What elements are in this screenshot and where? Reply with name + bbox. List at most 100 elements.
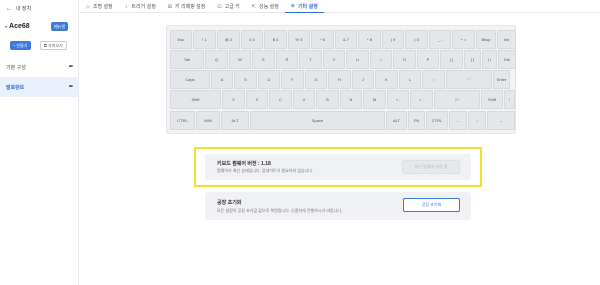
keyboard-key[interactable]: P	[417, 50, 439, 69]
tab-advanced-key[interactable]: ⊡ 고급 키	[211, 0, 245, 13]
keyboard-key[interactable]: ) 0	[405, 30, 428, 49]
import-button[interactable]: ⧉ 가져오기	[40, 41, 67, 50]
sidebar-item-valorant[interactable]: 발로란트 •••	[0, 77, 78, 97]
settings-icon: ⊙	[290, 3, 295, 9]
keyboard-key[interactable]: O	[393, 50, 416, 69]
keyboard-key[interactable]: ^ 6	[311, 30, 334, 49]
tab-trigger[interactable]: ♁ 트리거 설정	[119, 0, 162, 13]
keyboard-key[interactable]: F	[281, 70, 304, 89]
keyboard-key[interactable]: : ;	[422, 70, 445, 89]
sidebar: ← 내 장치 ▾ Ace68 메뉴얼 + 만들기 ⧉ 가져오기 기본 구성 ••…	[0, 0, 79, 285]
keyboard-key[interactable]: FN	[408, 111, 425, 130]
keyboard-key[interactable]: S	[234, 70, 257, 89]
keyboard-key[interactable]: →	[487, 111, 515, 130]
firmware-title: 키보드 펌웨어 버전 : 1.18	[217, 161, 271, 167]
more-icon[interactable]: •••	[69, 84, 73, 90]
keyboard-key[interactable]: Shift	[170, 90, 221, 109]
keyboard-key[interactable]: U	[346, 50, 369, 69]
keyboard-key[interactable]: R	[276, 50, 298, 69]
keyboard-key[interactable]: $ 4	[264, 30, 287, 49]
keyboard-key[interactable]: C	[269, 90, 292, 109]
sidebar-item-default[interactable]: 기본 구성 •••	[0, 57, 78, 77]
back-button[interactable]: ← 내 장치	[6, 5, 31, 13]
keyboard-key[interactable]: H	[328, 70, 351, 89]
keyboard-layout: Esc! 1 @ 2 # 3 $ 4% 5 ^ 6 & 7 * 8( 9) 0 _ - + = B…	[166, 25, 516, 134]
keyboard-key[interactable]: CTRL	[426, 111, 448, 130]
manual-badge[interactable]: 메뉴얼	[51, 22, 69, 31]
keyboard-key[interactable]: * 8	[358, 30, 381, 49]
device-name[interactable]: ▾ Ace68	[5, 23, 30, 30]
keyboard-key[interactable]: > .	[410, 90, 433, 109]
keyboard-key[interactable]: D	[258, 70, 280, 89]
keyboard-key[interactable]: ALT	[221, 111, 249, 130]
keyboard-key[interactable]: CTRL	[170, 111, 195, 130]
keyboard-key[interactable]: & 7	[335, 30, 357, 49]
tab-other-settings[interactable]: ⊙ 기타 설정	[284, 0, 324, 13]
keyboard-key[interactable]: Ins	[497, 30, 516, 49]
keyboard-key[interactable]: Esc	[170, 30, 192, 49]
more-icon[interactable]: •••	[69, 64, 73, 70]
keyboard-key[interactable]: T	[299, 50, 322, 69]
keyboard-key[interactable]: ! 1	[193, 30, 216, 49]
performance-icon: ⇱	[251, 3, 256, 10]
keyboard-key[interactable]: K	[375, 70, 398, 89]
firmware-card: 키보드 펌웨어 버전 : 1.18 펌웨어가 최신 상태입니다. 업데이트가 필…	[205, 154, 471, 180]
keyboard-key[interactable]: Del	[498, 50, 516, 69]
keyboard-key[interactable]: ←	[449, 111, 467, 130]
keyboard-key[interactable]: V	[293, 90, 315, 109]
keyboard-key[interactable]: Y	[323, 50, 345, 69]
firmware-description: 펌웨어가 최신 상태입니다. 업데이트가 필요하지 않습니다.	[217, 168, 314, 173]
firmware-status-button[interactable]: 최신 펌웨어 사용 중	[402, 160, 460, 174]
keyboard-key[interactable]: M	[363, 90, 386, 109]
tab-label: 고급 키	[224, 4, 240, 10]
tab-lighting[interactable]: ◇ 조명 설정	[80, 0, 119, 13]
keyboard-key[interactable]: Q	[205, 50, 228, 69]
keyboard-key[interactable]: I	[370, 50, 392, 69]
keyboard-key[interactable]: A	[211, 70, 233, 89]
keyboard-key[interactable]: } ]	[464, 50, 481, 69]
keyboard-key[interactable]: Tab	[170, 50, 204, 69]
keyboard-key[interactable]: # 3	[241, 30, 263, 49]
keyboard-key[interactable]: _ -	[429, 30, 451, 49]
tab-keymap[interactable]: ⊞ 키 리매핑 설정	[162, 0, 212, 13]
tab-label: 성능 설정	[259, 4, 279, 10]
tab-bar: ◇ 조명 설정 ♁ 트리거 설정 ⊞ 키 리매핑 설정 ⊡ 고급 키 ⇱ 성능 …	[80, 0, 600, 13]
keyboard-key[interactable]: Enter	[493, 70, 510, 89]
keyboard-key[interactable]: ALT	[386, 111, 407, 130]
import-icon: ⧉	[44, 43, 47, 48]
factory-reset-card: 공장 초기화 모든 설정이 공장 초기값 값으로 복원됩니다. 신중하게 진행하…	[205, 192, 471, 220]
keyboard-key[interactable]: WIN	[196, 111, 220, 130]
keyboard-key[interactable]: ↓	[468, 111, 486, 130]
keyboard-key[interactable]: Shift	[481, 90, 503, 109]
keyboard-key[interactable]: N	[340, 90, 362, 109]
keyboard-key[interactable]: ? /	[434, 90, 480, 109]
caret-down-icon: ▾	[5, 24, 8, 29]
keyboard-key[interactable]: X	[246, 90, 268, 109]
tab-label: 키 리매핑 설정	[175, 4, 206, 10]
create-button[interactable]: + 만들기	[10, 41, 31, 50]
keyboard-key[interactable]: G	[305, 70, 327, 89]
keyboard-key[interactable]: Caps	[170, 70, 210, 89]
keyboard-key[interactable]: L	[399, 70, 421, 89]
keyboard-key[interactable]: | \	[482, 50, 497, 69]
device-name-text: Ace68	[9, 23, 30, 30]
keyboard-key[interactable]: Z	[222, 90, 245, 109]
keyboard-key[interactable]: < ,	[387, 90, 409, 109]
keyboard-key[interactable]: B	[316, 90, 339, 109]
keyboard-key[interactable]: ( 9	[382, 30, 404, 49]
keyboard-key[interactable]: Bksp	[476, 30, 496, 49]
keyboard-key[interactable]: @ 2	[217, 30, 240, 49]
keyboard-key[interactable]: ↑	[504, 90, 515, 109]
keyboard-key[interactable]: Space	[250, 111, 385, 130]
keyboard-key[interactable]: " '	[446, 70, 492, 89]
trigger-icon: ♁	[124, 3, 129, 10]
tab-performance[interactable]: ⇱ 성능 설정	[246, 0, 285, 13]
keyboard-key[interactable]: W	[229, 50, 251, 69]
factory-reset-button[interactable]: 공장 초기화	[403, 198, 460, 212]
keyboard-key[interactable]: + =	[452, 30, 475, 49]
keyboard-key[interactable]: { [	[440, 50, 463, 69]
keyboard-key[interactable]: % 5	[288, 30, 310, 49]
keyboard-key[interactable]: J	[352, 70, 374, 89]
keyboard-key[interactable]: E	[252, 50, 275, 69]
tab-label: 조명 설정	[92, 4, 113, 10]
